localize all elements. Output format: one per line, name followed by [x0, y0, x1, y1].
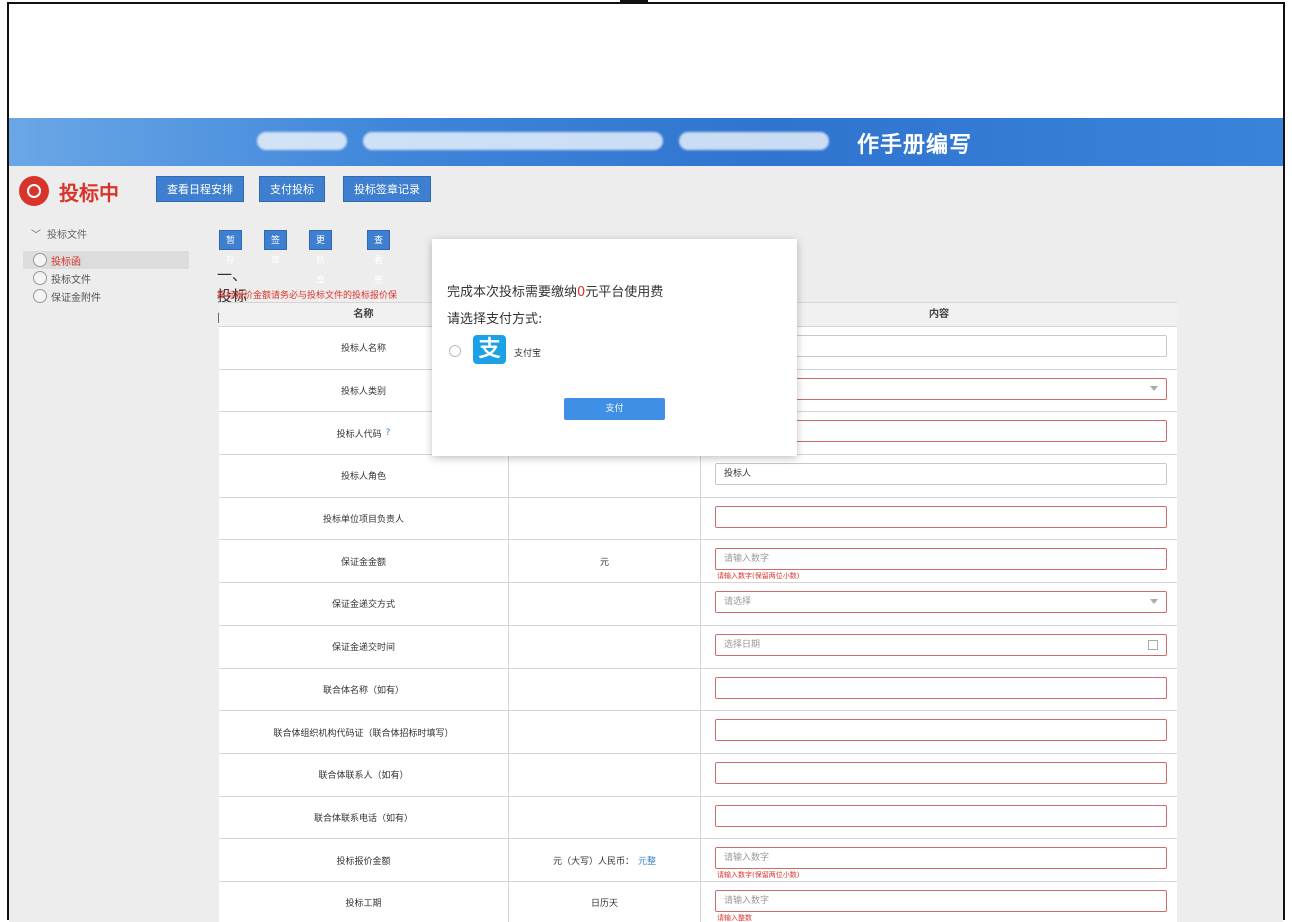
validation-hint: 请输入整数: [717, 913, 752, 922]
row-label: 联合体联系人（如有）: [219, 753, 509, 796]
table-row: 联合体联系人（如有）: [219, 753, 1177, 797]
row-unit: [509, 753, 701, 796]
table-row: 投标报价金额 元（大写）人民币： 元整 请输入数字 请输入数字(保留两位小数): [219, 839, 1177, 882]
table-row: 投标工期 日历天 请输入数字 请输入整数: [219, 881, 1177, 922]
row-label: 联合体名称（如有）: [219, 668, 509, 711]
row-label: 联合体组织机构代码证（联合体招标时填写）: [219, 711, 509, 753]
table-row: 保证金递交方式 请选择: [219, 583, 1177, 626]
row-label: 投标报价金额: [219, 839, 509, 881]
dropdown-arrow-icon: [1150, 385, 1158, 391]
table-row: 保证金递交时间 选择日期: [219, 625, 1177, 669]
row-label: 联合体联系电话（如有）: [219, 796, 509, 839]
row-unit: [509, 796, 701, 839]
sidebar-item-bid-files[interactable]: 投标文件: [23, 269, 189, 287]
row-unit: [509, 497, 701, 540]
payment-method-prompt: 请选择支付方式:: [447, 312, 543, 327]
document-seal-icon: [33, 289, 47, 303]
row-label: 保证金金额: [219, 540, 509, 583]
row-label: 投标单位项目负责人: [219, 497, 509, 540]
alipay-logo-icon[interactable]: 支: [473, 335, 506, 364]
amount-in-words: 元整: [638, 856, 657, 867]
sign-button[interactable]: 签章: [264, 230, 288, 266]
consortium-phone-field[interactable]: [715, 804, 1167, 827]
frame-notch: [620, 0, 648, 3]
select-placeholder: 请选择: [724, 597, 752, 608]
fee-message-post: 元平台使用费: [585, 285, 664, 300]
row-unit-wrap: 元（大写）人民币： 元整: [509, 839, 701, 881]
alipay-radio[interactable]: [449, 345, 461, 357]
pay-bid-button[interactable]: 支付投标: [259, 176, 325, 202]
update-chapter-button[interactable]: 更新章节: [309, 230, 333, 306]
blurred-banner-text: [679, 132, 829, 150]
dropdown-arrow-icon: [1150, 599, 1158, 605]
consortium-contact-field[interactable]: [715, 761, 1167, 784]
pay-button[interactable]: 支付: [564, 398, 665, 420]
document-seal-icon: [33, 253, 47, 267]
document-seal-icon: [33, 271, 47, 285]
row-label: 保证金递交时间: [219, 625, 509, 668]
row-label: 投标人角色: [219, 455, 509, 497]
fee-message-pre: 完成本次投标需要缴纳: [447, 285, 578, 300]
row-unit: [509, 668, 701, 711]
blurred-banner-text: [257, 132, 347, 150]
table-row: 投标单位项目负责人: [219, 497, 1177, 541]
date-placeholder: 选择日期: [724, 639, 761, 650]
bid-price-field[interactable]: 请输入数字: [715, 847, 1167, 870]
consortium-name-field[interactable]: [715, 676, 1167, 699]
row-label: 投标工期: [219, 881, 509, 922]
table-row: 联合体联系电话（如有）: [219, 796, 1177, 840]
tree-root-label: 投标文件: [47, 230, 87, 241]
payment-dialog: 完成本次投标需要缴纳0元平台使用费 请选择支付方式: 支 支付宝 支付: [432, 239, 797, 456]
sidebar-item-deposit-attachment[interactable]: 保证金附件: [23, 287, 189, 305]
bid-status: 投标中: [19, 176, 119, 206]
sidebar-item-label: 保证金附件: [51, 292, 101, 304]
blurred-banner-text: [363, 132, 663, 150]
sidebar-item-label: 投标函: [51, 256, 81, 268]
row-unit: 日历天: [509, 881, 701, 922]
view-sign-record-button[interactable]: 查看签章记录: [367, 230, 391, 346]
signature-record-button[interactable]: 投标签章记录: [343, 176, 431, 202]
status-circle-icon: [19, 176, 49, 206]
validation-hint: 请输入数字(保留两位小数): [717, 572, 800, 581]
page-banner: 作手册编写: [9, 118, 1283, 166]
row-unit: [509, 711, 701, 753]
consortium-org-code-field[interactable]: [715, 719, 1167, 742]
table-row: 联合体名称（如有）: [219, 668, 1177, 712]
price-warning: 投标报价金额请务必与投标文件的投标报价保: [217, 291, 398, 301]
row-unit: [509, 455, 701, 497]
sidebar-item-label: 投标文件: [51, 274, 91, 286]
sidebar-item-bid-letter[interactable]: 投标函: [23, 251, 189, 269]
row-unit: 元（大写）人民币：: [552, 856, 634, 867]
alipay-label[interactable]: 支付宝: [514, 346, 541, 359]
project-leader-field[interactable]: [715, 505, 1167, 528]
row-unit: [509, 625, 701, 668]
deposit-amount-field[interactable]: 请输入数字: [715, 548, 1167, 571]
construction-period-field[interactable]: 请输入数字: [715, 889, 1167, 912]
deposit-date-picker[interactable]: 选择日期: [715, 633, 1167, 656]
view-schedule-button[interactable]: 查看日程安排: [156, 176, 244, 202]
banner-title: 作手册编写: [857, 133, 973, 158]
row-unit: 元: [509, 540, 701, 583]
row-unit: [509, 583, 701, 625]
chevron-down-icon: ﹀: [31, 230, 41, 241]
bidder-role-field[interactable]: 投标人: [715, 463, 1167, 486]
validation-hint: 请输入数字(保留两位小数): [717, 871, 800, 880]
status-label: 投标中: [59, 180, 119, 205]
table-row: 联合体组织机构代码证（联合体招标时填写）: [219, 711, 1177, 754]
calendar-icon: [1148, 639, 1158, 650]
help-icon[interactable]: ?: [386, 428, 391, 438]
deposit-method-select[interactable]: 请选择: [715, 591, 1167, 614]
fee-message: 完成本次投标需要缴纳0元平台使用费: [447, 281, 663, 300]
save-draft-button[interactable]: 暂存: [219, 230, 243, 266]
tree-root-bid-files[interactable]: ﹀ 投标文件: [31, 226, 87, 241]
row-label: 投标人代码: [336, 429, 382, 440]
row-label: 保证金递交方式: [219, 583, 509, 625]
table-row: 保证金金额 元 请输入数字 请输入数字(保留两位小数): [219, 540, 1177, 584]
table-row: 投标人角色 投标人: [219, 455, 1177, 498]
